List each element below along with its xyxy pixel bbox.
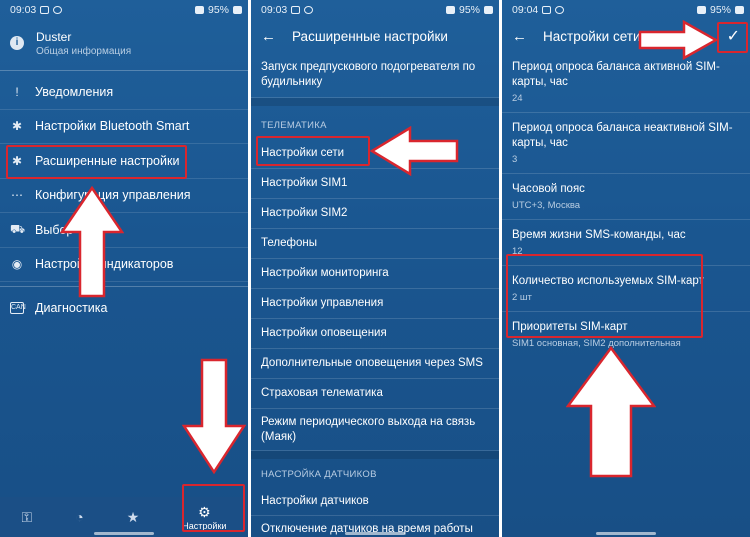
list-item-label: Настройки управления <box>261 297 384 310</box>
list-item-sms-alerts[interactable]: Дополнительные оповещения через SMS <box>251 349 499 379</box>
list-item-label: Настройки SIM2 <box>261 207 348 220</box>
car-icon: ⛟ <box>10 221 26 236</box>
dots-icon: ⋯ <box>11 188 23 203</box>
speedometer-icon[interactable]: ◔ <box>75 509 83 525</box>
section-gap <box>251 98 499 106</box>
list-item-alerts[interactable]: Настройки оповещения <box>251 319 499 349</box>
signal-icon <box>696 6 706 14</box>
gear-icon: ✱ <box>11 119 23 134</box>
menu-item-label: Уведомления <box>35 84 114 99</box>
setting-value: UTC+3, Москва <box>512 199 581 211</box>
signal-icon <box>445 6 455 14</box>
home-indicator <box>345 532 405 535</box>
menu-item-label: Диагностика <box>35 301 108 316</box>
profile-header[interactable]: i Duster Общая информация <box>0 20 248 66</box>
divider <box>0 286 248 287</box>
setting-active-sim-balance[interactable]: Период опроса баланса активной SIM-карты… <box>502 52 750 113</box>
highlight-sim-settings <box>506 254 703 338</box>
setting-title: Часовой пояс <box>512 182 585 195</box>
list-item-beacon-mode[interactable]: Режим периодического выхода на связь (Ма… <box>251 409 499 451</box>
notification-icon <box>542 6 552 14</box>
list-item-label: Настройки оповещения <box>261 327 387 340</box>
list-item-label: Запуск предпускового подогревателя по бу… <box>261 61 476 88</box>
battery-icon <box>735 6 744 14</box>
status-bar: 09:03 95% <box>0 0 248 20</box>
profile-name: Duster <box>36 29 72 44</box>
list-item-sensor-settings[interactable]: Настройки датчиков <box>251 488 499 516</box>
back-arrow-icon[interactable]: ← <box>261 28 276 45</box>
battery-icon <box>233 6 242 14</box>
list-item-label: Дополнительные оповещения через SMS <box>261 357 483 370</box>
status-battery: 95% <box>458 4 480 16</box>
status-time: 09:03 <box>10 4 37 16</box>
setting-title: Период опроса баланса неактивной SIM-кар… <box>512 121 733 149</box>
list-item-label: Страховая телематика <box>261 387 383 400</box>
highlight-advanced-settings <box>6 145 187 179</box>
list-item-phones[interactable]: Телефоны <box>251 229 499 259</box>
list-item-preheater[interactable]: Запуск предпускового подогревателя по бу… <box>251 52 499 98</box>
star-icon[interactable]: ★ <box>127 509 140 526</box>
phone-icon <box>555 6 565 14</box>
menu-item-bluetooth[interactable]: ✱ Настройки Bluetooth Smart <box>0 110 248 144</box>
status-time: 09:03 <box>261 4 288 16</box>
info-icon: i <box>10 36 24 50</box>
list-item-label: Настройки датчиков <box>261 495 369 508</box>
phone-icon <box>53 6 63 14</box>
up-arrow-icon <box>60 186 124 298</box>
can-icon: CAN <box>10 302 26 315</box>
list-item-label: Настройки SIM1 <box>261 177 348 190</box>
list-item-monitoring[interactable]: Настройки мониторинга <box>251 259 499 289</box>
menu-item-indicators[interactable]: ◉ Настройки индикаторов <box>0 248 248 282</box>
page-title: Расширенные настройки <box>292 28 448 44</box>
setting-value: 24 <box>512 92 523 104</box>
back-arrow-icon[interactable]: ← <box>512 28 527 45</box>
section-gap <box>251 451 499 459</box>
list-item-insurance[interactable]: Страховая телематика <box>251 379 499 409</box>
signal-icon <box>194 6 204 14</box>
setting-value: 3 <box>512 153 518 165</box>
up-arrow-icon <box>566 346 656 478</box>
highlight-check <box>717 22 748 53</box>
menu-item-vehicle-select[interactable]: ⛟ Выбор <box>0 213 248 248</box>
list-item-sim2[interactable]: Настройки SIM2 <box>251 199 499 229</box>
screen-advanced-settings: 09:03 95% ← Расширенные настройки Запуск… <box>251 0 499 537</box>
setting-title: Время жизни SMS-команды, час <box>512 228 686 241</box>
list-item-control[interactable]: Настройки управления <box>251 289 499 319</box>
key-icon[interactable]: ⚿ <box>22 509 33 526</box>
down-arrow-icon <box>182 358 246 474</box>
battery-icon <box>484 6 493 14</box>
profile-subtitle: Общая информация <box>36 45 132 57</box>
home-indicator <box>94 532 154 535</box>
home-indicator <box>596 532 656 535</box>
setting-title: Период опроса баланса активной SIM-карты… <box>512 61 720 88</box>
notification-icon <box>40 6 50 14</box>
highlight-network-settings <box>256 136 370 166</box>
setting-inactive-sim-balance[interactable]: Период опроса баланса неактивной SIM-кар… <box>502 113 750 174</box>
notification-icon <box>291 6 301 14</box>
right-arrow-icon <box>638 20 718 60</box>
status-bar: 09:04 95% <box>502 0 750 20</box>
list-item-label: Телефоны <box>261 237 317 250</box>
menu-item-diagnostics[interactable]: CAN Диагностика <box>0 291 248 326</box>
list-item-label: Режим периодического выхода на связь (Ма… <box>261 416 476 443</box>
list-item-label: Настройки мониторинга <box>261 267 389 280</box>
left-arrow-icon <box>370 126 459 176</box>
status-bar: 09:03 95% <box>251 0 499 20</box>
menu-item-notifications[interactable]: ! Уведомления <box>0 75 248 110</box>
status-time: 09:04 <box>512 4 539 16</box>
menu-item-control-config[interactable]: ⋯ Конфигурация управления <box>0 179 248 213</box>
status-battery: 95% <box>207 4 229 16</box>
indicator-icon: ◉ <box>11 257 23 272</box>
status-battery: 95% <box>709 4 731 16</box>
highlight-settings-tab <box>182 484 245 532</box>
phone-icon <box>304 6 314 14</box>
menu-item-label: Настройки Bluetooth Smart <box>35 119 190 134</box>
section-header-sensors: НАСТРОЙКА ДАТЧИКОВ <box>261 469 377 480</box>
alert-icon: ! <box>15 84 19 99</box>
app-bar: ← Расширенные настройки <box>251 20 499 52</box>
page-title: Настройки сети <box>543 28 641 44</box>
divider <box>0 70 248 71</box>
setting-timezone[interactable]: Часовой пояс UTC+3, Москва <box>502 174 750 220</box>
